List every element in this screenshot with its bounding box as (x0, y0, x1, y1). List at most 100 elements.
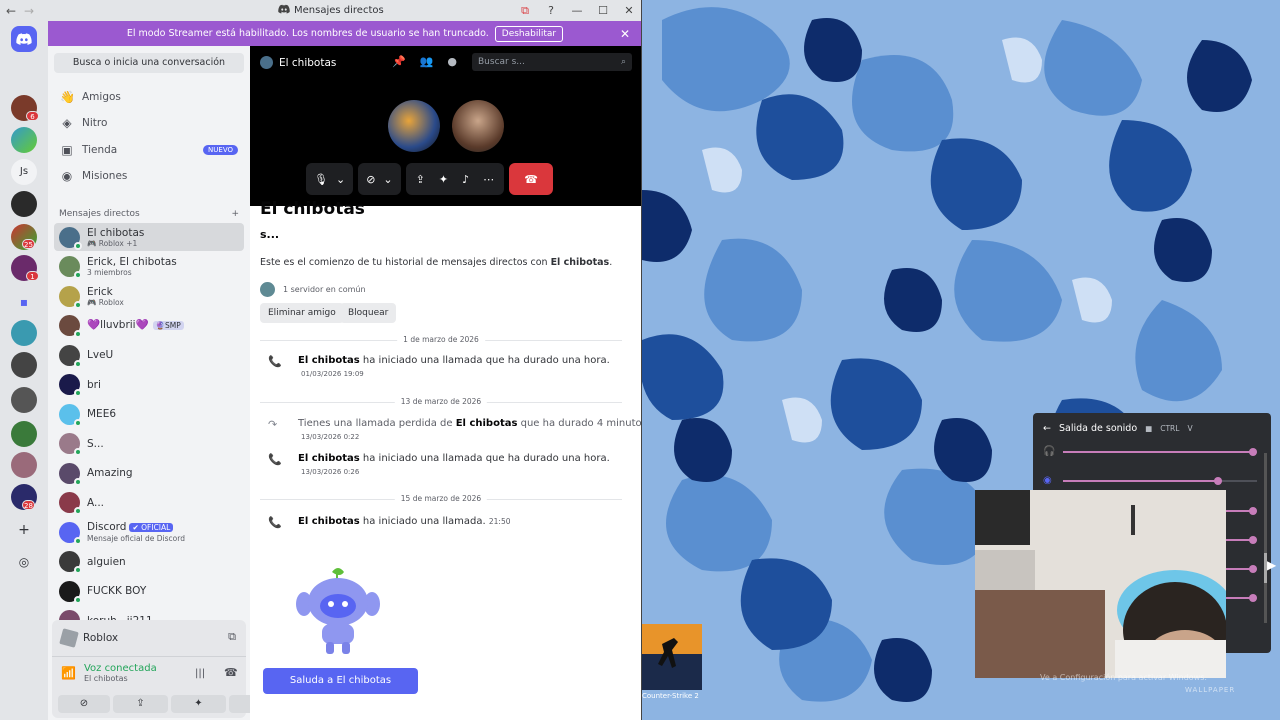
forward-arrow-icon[interactable]: → (22, 4, 36, 18)
noise-suppression-icon[interactable]: ||| (195, 668, 205, 679)
dm-avatar (59, 374, 82, 397)
message-author[interactable]: El chibotas (456, 418, 518, 429)
find-conversation-button[interactable]: Busca o inicia una conversación (54, 53, 244, 73)
mouse-cursor-icon: ▶ (1267, 558, 1277, 572)
streamer-mode-banner: El modo Streamer está habilitado. Los no… (48, 21, 641, 46)
nav-shop[interactable]: ▣ Tienda NUEVO (60, 140, 238, 160)
activities-icon[interactable]: ✦ (439, 173, 448, 186)
dm-item[interactable]: El chibotas 🎮 Roblox +1 (54, 223, 244, 251)
user-panel: Roblox ⧉ 📶 Voz conectada El chibotas |||… (52, 620, 284, 718)
more-options-icon[interactable]: ⋯ (483, 173, 494, 186)
camera-off-button[interactable]: ⊘ (58, 695, 110, 713)
date-label: 15 de marzo de 2026 (394, 494, 488, 503)
nav-nitro[interactable]: ◈ Nitro (60, 113, 238, 133)
wave-button[interactable]: Saluda a El chibotas (263, 668, 418, 694)
volume-slider[interactable] (1063, 477, 1257, 485)
discover-compass-icon[interactable]: ◎ (11, 549, 37, 575)
volume-knob[interactable] (1249, 594, 1258, 602)
server-icon[interactable] (11, 421, 37, 447)
counter-strike-desktop-icon[interactable] (642, 624, 702, 702)
share-screen-icon[interactable]: ⇪ (416, 173, 425, 186)
create-dm-plus-icon[interactable]: + (231, 209, 239, 219)
status-indicator (74, 595, 82, 604)
server-icon[interactable] (11, 191, 37, 217)
roblox-icon (59, 628, 79, 648)
voice-channel-label[interactable]: El chibotas (84, 674, 157, 683)
dm-item[interactable]: 💜lluvbrii💜 🔮SMP (54, 312, 244, 340)
volume-knob[interactable] (1249, 448, 1258, 456)
folder-icon[interactable]: ▪ (11, 289, 37, 315)
header-search[interactable]: Buscar s... ⌕ (472, 53, 632, 71)
back-arrow-icon[interactable]: ← (0, 4, 22, 18)
dm-item[interactable]: FUCKK BOY (54, 577, 244, 605)
add-server-icon[interactable]: + (11, 517, 37, 543)
pin-icon[interactable]: 📌 (392, 55, 406, 68)
dm-item[interactable]: Amazing (54, 459, 244, 487)
camera-button[interactable]: ⊘ ⌄ (358, 163, 401, 195)
message-text: ha iniciado una llamada que ha durado un… (359, 355, 610, 366)
dm-item[interactable]: Discord ✔ OFICIAL Mensaje oficial de Disco… (54, 518, 244, 546)
voice-signal-icon: 📶 (61, 666, 76, 680)
close-button[interactable]: ✕ (616, 4, 641, 17)
server-icon[interactable] (11, 352, 37, 378)
nav-friends[interactable]: 👋 Amigos (60, 87, 238, 107)
disconnect-icon[interactable]: ☎ (224, 666, 238, 679)
call-participant-avatar[interactable] (388, 100, 440, 152)
hang-up-button[interactable]: ☎ (509, 163, 554, 195)
friends-icon: 👋 (60, 90, 75, 104)
maximize-button[interactable]: ☐ (590, 4, 616, 17)
volume-knob[interactable] (1249, 536, 1258, 544)
server-icon[interactable] (11, 320, 37, 346)
dm-item[interactable]: A... (54, 489, 244, 517)
volume-knob[interactable] (1214, 477, 1223, 485)
dm-item[interactable]: Erick 🎮 Roblox (54, 282, 244, 310)
block-button[interactable]: Bloquear (340, 303, 397, 323)
activities-button[interactable]: ✦ (171, 695, 226, 713)
call-icon: 📞 (268, 516, 282, 529)
dm-name: 💜lluvbrii💜 🔮SMP (87, 319, 184, 332)
profile-icon[interactable]: ● (447, 55, 457, 68)
dm-item[interactable]: alguien (54, 548, 244, 576)
server-icon[interactable] (11, 56, 37, 82)
dm-item[interactable]: MEE6 (54, 400, 244, 428)
nav-quests[interactable]: ◉ Misiones (60, 166, 238, 186)
help-icon[interactable]: ? (538, 4, 564, 17)
mutual-servers[interactable]: 1 servidor en común (260, 282, 366, 297)
soundboard-icon[interactable]: ♪ (462, 173, 469, 186)
dm-item[interactable]: LveU (54, 341, 244, 369)
message-author[interactable]: El chibotas (298, 355, 360, 366)
dm-item[interactable]: bri (54, 371, 244, 399)
discord-app-icon: ◉ (1043, 475, 1052, 486)
remove-friend-button[interactable]: Eliminar amigo (260, 303, 344, 323)
chat-intro: Este es el comienzo de tu historial de m… (260, 257, 612, 268)
minimize-button[interactable]: — (564, 4, 590, 17)
dm-item[interactable]: S... (54, 430, 244, 458)
dm-name-text: alguien (87, 555, 126, 568)
share-screen-button[interactable]: ⇪ (113, 695, 168, 713)
message-author[interactable]: El chibotas (298, 516, 360, 527)
server-icon[interactable] (11, 387, 37, 413)
server-icon[interactable] (11, 127, 37, 153)
server-icon-text[interactable]: Js (11, 159, 37, 185)
volume-knob[interactable] (1249, 565, 1258, 573)
inbox-icon[interactable]: ⧉ (512, 4, 538, 18)
disable-streamer-button[interactable]: Deshabilitar (494, 25, 564, 42)
server-icon[interactable] (11, 452, 37, 478)
mute-mic-button[interactable]: 🎙 ⌄ (306, 163, 354, 195)
volume-slider[interactable] (1063, 448, 1258, 456)
add-friends-icon[interactable]: 👥 (420, 55, 434, 68)
message-author[interactable]: El chibotas (298, 453, 360, 464)
sound-scrollbar[interactable] (1264, 453, 1267, 623)
missed-call-icon: ↷ (268, 418, 278, 431)
stream-game-icon[interactable]: ⧉ (228, 630, 236, 644)
home-discord-icon[interactable] (11, 26, 37, 52)
status-indicator (74, 536, 82, 545)
wumpus-wave-illustration (296, 564, 382, 660)
close-banner-icon[interactable]: ✕ (620, 27, 630, 41)
activity-name: Roblox (83, 632, 119, 644)
dm-item[interactable]: Erick, El chibotas 3 miembros (54, 253, 244, 281)
voice-status: 📶 Voz conectada El chibotas (61, 663, 157, 683)
volume-knob[interactable] (1249, 507, 1258, 515)
call-participant-avatar[interactable] (452, 100, 504, 152)
back-arrow-icon[interactable]: ← (1043, 423, 1051, 434)
